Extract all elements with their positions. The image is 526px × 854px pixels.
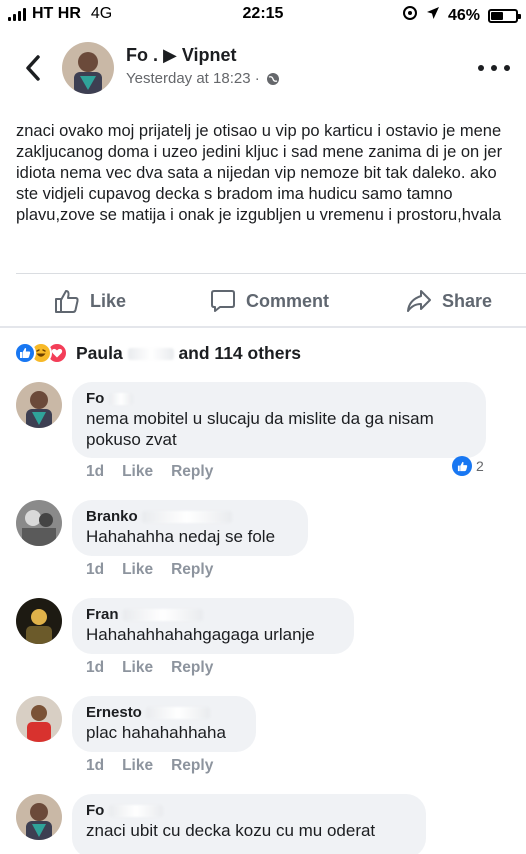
redacted-mark [146,707,211,720]
comment-like-button[interactable]: Like [122,659,153,677]
post-meta: Yesterday at 18:23 · [126,70,280,87]
reactions-text: Paula and 114 others [76,343,301,364]
comment-time: 1d [86,561,105,578]
author-avatar[interactable] [62,42,114,94]
like-button[interactable]: Like [54,288,126,314]
reaction-icons [14,342,68,364]
commenter-name[interactable]: Fo [86,389,472,408]
comment-like-button[interactable]: Like [122,561,153,579]
share-button[interactable]: Share [406,288,492,314]
dot-icon [491,65,497,71]
comment-text: znaci ubit cu decka kozu cu mu oderat [86,821,376,840]
commenter-avatar[interactable] [16,382,62,428]
post-timestamp[interactable]: Yesterday at 18:23 · [126,70,260,87]
like-label: Like [90,290,127,311]
commenter-name[interactable]: Fo [86,801,412,820]
redacted-mark [122,609,203,622]
comment-time: 1d [86,757,105,774]
divider [16,273,526,274]
comment-time: 1d [86,659,105,676]
thumbs-up-icon [55,290,79,313]
commenter-avatar[interactable] [16,598,62,644]
commenter-avatar[interactable] [16,696,62,742]
section-divider [0,326,526,328]
more-options-button[interactable] [478,60,510,76]
back-button[interactable] [18,50,48,86]
commenter-avatar[interactable] [16,500,62,546]
battery-percent: 46% [447,6,480,24]
commenter-name[interactable]: Fran [86,605,340,624]
comment-bubble[interactable]: Fo nema mobitel u slucaju da mislite da … [72,382,486,458]
comment-meta: 1d Like Reply [86,463,213,481]
reactor-name: Paula [76,342,123,363]
comment-bubble[interactable]: Fran Hahahahhahahgagaga urlanje [72,598,354,654]
reactor-others: and 114 others [178,342,302,363]
commenter-name[interactable]: Ernesto [86,703,242,722]
comment-text: plac hahahahhaha [86,723,226,742]
comment-bubble[interactable]: Branko Hahahahha nedaj se fole [72,500,308,556]
comment-bubble[interactable]: Ernesto plac hahahahhaha [72,696,256,752]
redacted-mark [108,805,163,818]
commenter-name[interactable]: Branko [86,507,294,526]
like-icon [14,342,36,364]
like-icon [452,456,472,476]
redacted-mark [127,347,174,360]
globe-icon [266,72,279,85]
redacted-mark [141,511,232,524]
comment-reply-button[interactable]: Reply [171,757,213,775]
comment-meta: 1d Like Reply [86,659,213,677]
comment-label: Comment [246,290,330,311]
comment-bubble[interactable]: Fo znaci ubit cu decka kozu cu mu oderat [72,794,426,854]
battery-icon [488,8,521,23]
comment-like-button[interactable]: Like [122,757,153,775]
rotation-lock-icon [402,5,418,26]
redacted-mark [108,393,133,406]
reactions-summary[interactable]: Paula and 114 others [14,340,301,366]
chevron-left-icon [26,55,40,81]
comment-reply-button[interactable]: Reply [171,659,213,677]
comment-button[interactable]: Comment [210,288,329,314]
comment-meta: 1d Like Reply [86,757,213,775]
status-right: 46% [402,5,521,26]
reaction-count-value: 2 [476,458,484,474]
post-body: znaci ovako moj prijatelj je otisao u vi… [16,122,503,224]
comment-text: Hahahahha nedaj se fole [86,527,276,546]
post-actions: Like Comment Share [0,280,526,324]
comment-reaction-count[interactable]: 2 [452,456,484,476]
commenter-avatar[interactable] [16,794,62,840]
author-name[interactable]: Fo . ▶ Vipnet [126,45,237,66]
comment-text: Hahahahhahahgagaga urlanje [86,625,315,644]
location-icon [426,6,440,25]
comment-like-button[interactable]: Like [122,463,153,481]
comment-text: nema mobitel u slucaju da mislite da ga … [86,409,434,449]
post-header: Fo . ▶ Vipnet Yesterday at 18:23 · [0,36,526,106]
comment-meta: 1d Like Reply [86,561,213,579]
dot-icon [478,65,484,71]
share-label: Share [442,290,493,311]
comment-reply-button[interactable]: Reply [171,463,213,481]
dot-icon [504,65,510,71]
comment-time: 1d [86,463,105,480]
comment-reply-button[interactable]: Reply [171,561,213,579]
comment-icon [211,290,235,312]
status-bar: HT HR 4G 22:15 46% [0,0,526,28]
share-icon [407,290,431,312]
